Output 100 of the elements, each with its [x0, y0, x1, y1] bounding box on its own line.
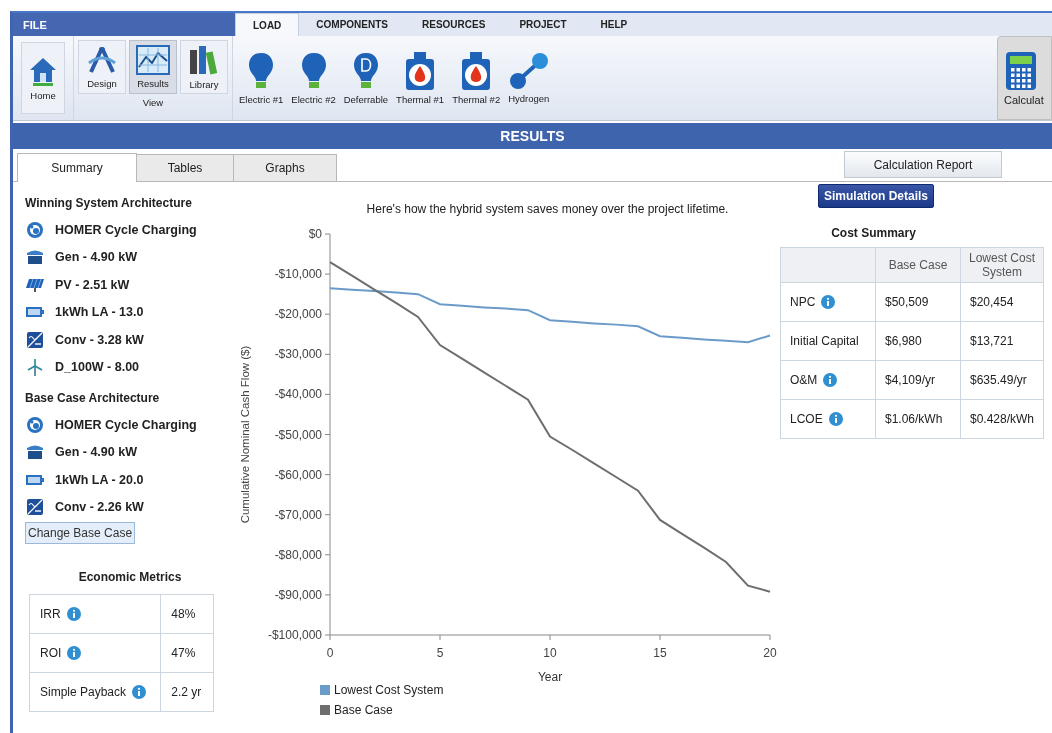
cost-value-cell: $0.428/kWh	[960, 399, 1044, 439]
generator-icon	[25, 249, 45, 266]
house-icon	[28, 55, 58, 87]
results-tab[interactable]: Summary	[17, 153, 137, 182]
section-heading: Winning System Architecture	[25, 196, 193, 210]
simulation-details-button[interactable]: Simulation Details	[818, 184, 934, 208]
component-label: PV - 2.51 kW	[55, 277, 130, 292]
section-heading: Cost Summary	[831, 226, 916, 240]
y-tick-label: -$100,000	[267, 628, 322, 642]
y-tick-label: -$10,000	[274, 267, 322, 282]
x-tick-label: 15	[653, 646, 667, 660]
battery-icon	[25, 305, 45, 320]
info-icon[interactable]	[66, 607, 81, 621]
component-label: 1kWh LA - 13.0	[55, 305, 144, 320]
section-heading: Base Case Architecture	[25, 391, 161, 405]
y-tick-label: -$40,000	[274, 387, 322, 402]
load-button[interactable]: Hydrogen	[504, 36, 554, 120]
ribbon-tab[interactable]: COMPONENTS	[299, 13, 405, 36]
component-label: 1kWh LA - 20.0	[55, 472, 144, 487]
home-button[interactable]: Home	[21, 42, 65, 114]
light-bulb-icon	[247, 51, 276, 91]
converter-icon	[25, 330, 45, 349]
component-label: Conv - 3.28 kW	[55, 332, 144, 347]
cost-value-cell: $1.06/kWh	[875, 399, 961, 439]
calculate-button[interactable]: Calculat	[997, 36, 1052, 120]
y-tick-label: -$50,000	[274, 427, 322, 442]
y-tick-label: -$70,000	[274, 507, 322, 522]
view-button[interactable]: Results	[129, 40, 177, 94]
metric-value-cell: 48%	[160, 594, 214, 634]
molecule-icon	[508, 52, 549, 90]
calculator-icon	[1004, 50, 1037, 91]
metric-name: ROI	[40, 646, 62, 660]
y-tick-label: $0	[308, 227, 322, 241]
y-tick-label: -$30,000	[274, 347, 322, 362]
x-tick-label: 0	[326, 646, 334, 660]
solar-panel-icon	[25, 277, 45, 292]
converter-icon	[25, 498, 45, 517]
load-button[interactable]: Deferrable	[339, 36, 393, 120]
info-icon[interactable]	[828, 412, 843, 426]
y-tick-label: -$90,000	[274, 587, 322, 602]
file-menu[interactable]: FILE	[13, 13, 235, 36]
component-label: HOMER Cycle Charging	[55, 222, 197, 237]
info-icon[interactable]	[132, 685, 147, 699]
light-bulb-icon	[299, 51, 328, 91]
cost-name: NPC	[790, 295, 816, 309]
cost-name: O&M	[790, 373, 818, 387]
cost-value-cell: $4,109/yr	[875, 360, 961, 400]
view-button[interactable]: Library	[180, 40, 228, 94]
battery-icon	[25, 472, 45, 487]
y-tick-label: -$60,000	[274, 467, 322, 482]
info-icon[interactable]	[823, 373, 838, 387]
ribbon-tab[interactable]: PROJECT	[502, 13, 584, 36]
metric-name: IRR	[40, 607, 61, 621]
load-button[interactable]: Thermal #1	[392, 36, 449, 120]
x-tick-label: 20	[763, 646, 777, 660]
chart-caption: Here's how the hybrid system saves money over the project lifetime.	[365, 202, 730, 216]
section-heading: Economic Metrics	[77, 570, 183, 584]
column-header: Base Case	[875, 247, 961, 283]
x-tick-label: 10	[543, 646, 557, 660]
cost-value-cell: $635.49/yr	[960, 360, 1044, 400]
metric-value-cell: 2.2 yr	[160, 672, 214, 712]
x-tick-label: 5	[436, 646, 444, 660]
x-axis-title: Year	[537, 670, 563, 684]
light-bulb-icon	[351, 51, 380, 91]
cost-name: LCOE	[790, 412, 823, 426]
column-header: Lowest Cost System	[960, 247, 1044, 283]
group-label: View	[142, 97, 164, 108]
load-button[interactable]: Thermal #2	[448, 36, 505, 120]
calculation-report-button[interactable]: Calculation Report	[844, 151, 1002, 178]
component-label: HOMER Cycle Charging	[55, 417, 197, 432]
component-label: D_100W - 8.00	[55, 360, 140, 375]
y-tick-label: -$80,000	[274, 547, 322, 562]
metric-name: Simple Payback	[40, 685, 127, 699]
load-button[interactable]: Electric #1	[235, 36, 288, 120]
legend-label: Lowest Cost System	[334, 683, 444, 697]
y-axis-title: Cumulative Nominal Cash Flow ($)	[239, 345, 251, 524]
ribbon-tab[interactable]: RESOURCES	[405, 13, 503, 36]
component-label: Gen - 4.90 kW	[55, 250, 137, 265]
cost-value-cell: $50,509	[875, 282, 961, 322]
results-title-bar: RESULTS	[13, 123, 1052, 149]
cost-value-cell: $6,980	[875, 321, 961, 361]
generator-icon	[25, 444, 45, 461]
ribbon-tab[interactable]: HELP	[583, 13, 645, 36]
info-icon[interactable]	[67, 646, 82, 660]
load-button[interactable]: Electric #2	[287, 36, 340, 120]
cost-value-cell: $20,454	[960, 282, 1044, 322]
y-tick-label: -$20,000	[274, 307, 322, 322]
component-label: Gen - 4.90 kW	[55, 445, 137, 460]
change-base-case-button[interactable]: Change Base Case	[25, 522, 136, 544]
results-tab[interactable]: Graphs	[233, 154, 337, 181]
results-tab[interactable]: Tables	[136, 154, 234, 181]
legend-label: Base Case	[334, 703, 393, 717]
view-button[interactable]: Design	[78, 40, 126, 94]
cost-value-cell: $13,721	[960, 321, 1044, 361]
info-icon[interactable]	[821, 295, 836, 309]
ribbon-tab[interactable]: LOAD	[235, 13, 300, 36]
component-label: Conv - 2.26 kW	[55, 500, 144, 515]
metric-value-cell: 47%	[160, 633, 214, 673]
chart-icon	[136, 45, 170, 75]
wind-turbine-icon	[25, 358, 45, 377]
